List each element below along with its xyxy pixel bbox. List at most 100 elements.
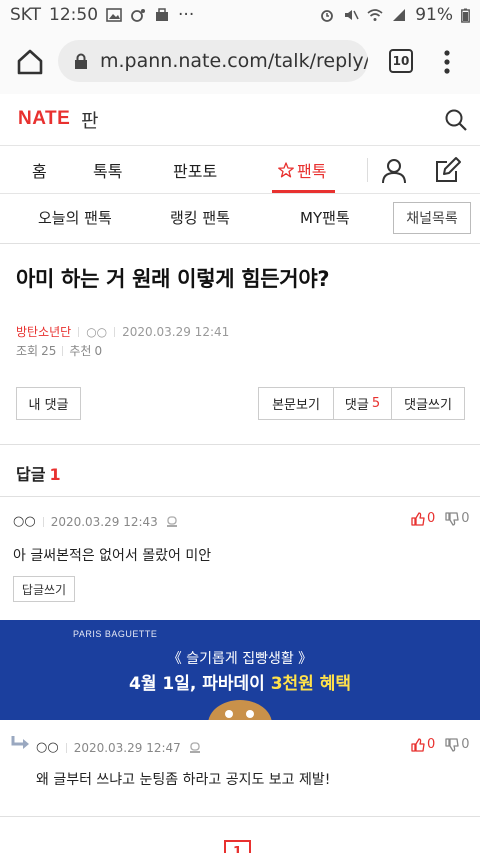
address-bar[interactable]: m.pann.nate.com/talk/reply/su xyxy=(58,40,368,82)
mascot-eye xyxy=(246,710,254,718)
replies-label: 답글 xyxy=(16,465,46,484)
channel-list-button[interactable]: 채널목록 xyxy=(393,202,471,234)
subnav-ranking-fantok[interactable]: 랭킹 팬톡 xyxy=(170,207,230,228)
nav-home[interactable]: 홈 xyxy=(32,158,47,182)
post-stats: 조회 25 추천 0 xyxy=(16,342,102,359)
comment-body: 왜 글부터 쓰냐고 눈팅좀 하라고 공지도 보고 제발! xyxy=(36,772,331,788)
search-icon[interactable] xyxy=(444,108,468,132)
replies-count: 1 xyxy=(49,465,61,484)
write-reply-button[interactable]: 답글쓰기 xyxy=(13,576,75,602)
section-divider xyxy=(0,496,480,497)
post-nickname: ○○ xyxy=(86,324,108,339)
view-body-button[interactable]: 본문보기 xyxy=(258,387,334,420)
pann-logo[interactable]: 판 xyxy=(81,106,98,133)
ad-brand: PARIS BAGUETTE xyxy=(73,629,158,639)
site-header: NATE 판 xyxy=(0,94,480,146)
section-divider xyxy=(0,816,480,817)
comments-count: 5 xyxy=(371,396,381,411)
replies-header: 답글 1 xyxy=(16,461,61,485)
meta-divider xyxy=(65,742,67,753)
ad-mascot-image xyxy=(208,700,272,720)
comment-votes: 0 0 xyxy=(411,511,470,526)
post-title: 아미 하는 거 원래 이렇게 힘든거야? xyxy=(16,267,330,291)
subnav-my-fantok[interactable]: MY팬톡 xyxy=(300,207,350,228)
ad-banner[interactable]: PARIS BAGUETTE 《 슬기롭게 집빵생활 》 4월 1일, 파바데이… xyxy=(0,620,480,720)
upvote-button[interactable]: 0 xyxy=(411,511,435,526)
downvote-button[interactable]: 0 xyxy=(445,737,470,752)
ad-offer-highlight: 3천원 혜택 xyxy=(270,674,352,694)
upvote-button[interactable]: 0 xyxy=(411,737,435,752)
comments-button[interactable]: 댓글 5 xyxy=(333,387,392,420)
downvote-count: 0 xyxy=(461,737,470,752)
section-divider xyxy=(0,444,480,445)
browser-toolbar: m.pann.nate.com/talk/reply/su 10 xyxy=(0,30,480,94)
my-comments-button[interactable]: 내 댓글 xyxy=(16,387,81,420)
comment-body: 아 글써본적은 없어서 몰랐어 미안 xyxy=(13,548,212,564)
thumbs-down-icon xyxy=(445,511,459,526)
app-notification-icon xyxy=(131,9,146,22)
status-bar: SKT 12:50 ··· 91% xyxy=(0,0,480,30)
stats-divider xyxy=(62,345,64,356)
wifi-icon xyxy=(367,9,383,21)
upvote-count: 0 xyxy=(427,511,436,526)
thumbs-up-icon xyxy=(411,737,425,752)
comment-meta: ○○ 2020.03.29 12:43 xyxy=(13,514,178,529)
browser-menu-icon[interactable] xyxy=(440,48,454,76)
comments-label: 댓글 xyxy=(344,398,369,413)
comment-nickname: ○○ xyxy=(36,740,59,755)
user-icon[interactable] xyxy=(381,158,407,184)
report-icon[interactable] xyxy=(189,741,201,754)
downvote-count: 0 xyxy=(461,511,470,526)
nav-fantok-label: 팬톡 xyxy=(297,162,327,181)
comment-meta: ○○ 2020.03.29 12:47 xyxy=(36,740,201,755)
comment-datetime: 2020.03.29 12:47 xyxy=(73,740,181,755)
alarm-icon xyxy=(321,10,334,22)
post-meta: 방탄소년단 ○○ 2020.03.29 12:41 xyxy=(16,323,229,340)
star-icon xyxy=(278,162,294,178)
recommend-label: 추천 xyxy=(69,344,92,358)
downvote-button[interactable]: 0 xyxy=(445,511,470,526)
comment-datetime: 2020.03.29 12:43 xyxy=(50,514,158,529)
nav-toktok[interactable]: 톡톡 xyxy=(93,158,122,182)
active-tab-indicator xyxy=(272,190,335,193)
mascot-eye xyxy=(225,710,233,718)
more-notifications: ··· xyxy=(178,5,195,25)
report-icon[interactable] xyxy=(166,515,178,528)
signal-icon xyxy=(393,9,406,21)
clock: 12:50 xyxy=(49,5,99,25)
home-icon[interactable] xyxy=(14,46,46,78)
carrier-label: SKT xyxy=(10,5,42,25)
gallery-notification-icon xyxy=(106,8,122,22)
battery-icon xyxy=(461,8,470,23)
views-count: 25 xyxy=(41,343,57,358)
ad-offer: 4월 1일, 파바데이 3천원 혜택 xyxy=(0,669,480,694)
post-author[interactable]: 방탄소년단 xyxy=(16,323,71,340)
comment-nickname: ○○ xyxy=(13,514,36,529)
battery-level: 91% xyxy=(415,5,453,25)
url-text: m.pann.nate.com/talk/reply/su xyxy=(100,50,368,72)
recommend-count: 0 xyxy=(94,343,103,358)
reply-arrow-icon xyxy=(11,736,29,749)
subnav-today-fantok[interactable]: 오늘의 팬톡 xyxy=(38,207,112,228)
thumbs-up-icon xyxy=(411,511,425,526)
main-nav: 홈 톡톡 판포토 팬톡 xyxy=(0,146,480,194)
nav-fantok[interactable]: 팬톡 xyxy=(278,158,326,182)
ad-headline: 《 슬기롭게 집빵생활 》 xyxy=(167,651,313,667)
page-number-current[interactable]: 1 xyxy=(224,840,251,853)
write-icon[interactable] xyxy=(434,156,462,184)
comment-votes: 0 0 xyxy=(411,737,470,752)
thumbs-down-icon xyxy=(445,737,459,752)
mute-icon xyxy=(345,10,359,20)
tab-switcher-button[interactable]: 10 xyxy=(389,49,413,73)
nav-pannphoto[interactable]: 판포토 xyxy=(173,158,217,182)
meta-divider xyxy=(78,326,80,337)
ad-offer-text: 4월 1일, 파바데이 xyxy=(128,674,271,694)
bag-notification-icon xyxy=(156,8,169,21)
meta-divider xyxy=(42,516,44,527)
meta-divider xyxy=(114,326,116,337)
nav-divider xyxy=(367,158,368,182)
nate-logo[interactable]: NATE xyxy=(18,108,70,130)
write-comment-button[interactable]: 댓글쓰기 xyxy=(391,387,465,420)
lock-icon xyxy=(75,53,87,69)
views-label: 조회 xyxy=(16,344,39,358)
